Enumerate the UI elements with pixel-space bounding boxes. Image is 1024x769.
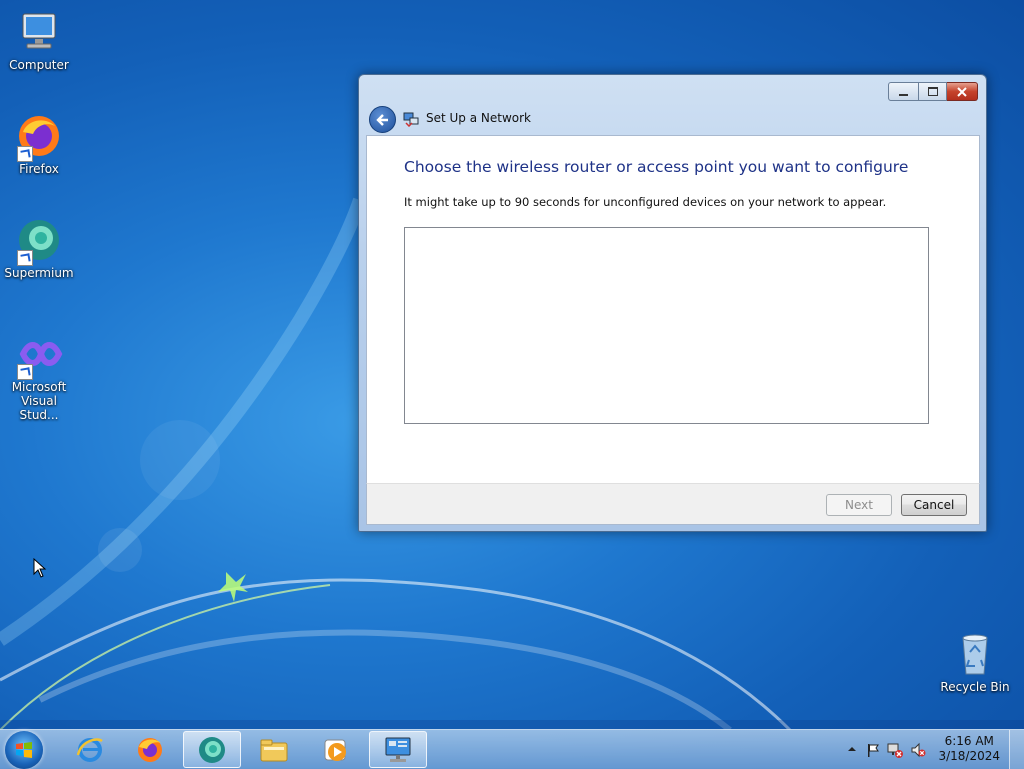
- maximize-icon: [927, 87, 938, 96]
- taskbar-network-setup[interactable]: [369, 731, 427, 768]
- desktop-icon-label: Computer: [9, 58, 69, 72]
- clock-time: 6:16 AM: [944, 734, 994, 748]
- cancel-button[interactable]: Cancel: [901, 494, 967, 516]
- media-player-icon: [324, 739, 346, 761]
- next-button[interactable]: Next: [826, 494, 892, 516]
- device-list[interactable]: [404, 227, 929, 424]
- back-button[interactable]: [369, 106, 396, 133]
- desktop-icon-label: Supermium: [4, 266, 74, 280]
- page-description: It might take up to 90 seconds for uncon…: [404, 195, 887, 209]
- set-up-network-window: Set Up a Network Choose the wireless rou…: [358, 74, 987, 532]
- navigation-bar: Set Up a Network: [367, 103, 978, 135]
- maximize-button[interactable]: [919, 82, 947, 101]
- taskbar-firefox[interactable]: [121, 731, 179, 768]
- taskbar-media-player[interactable]: [307, 731, 365, 768]
- volume-muted-icon[interactable]: [910, 742, 926, 758]
- supermium-icon: [199, 736, 225, 763]
- shortcut-arrow-icon: [17, 364, 33, 380]
- shortcut-arrow-icon: [17, 146, 33, 162]
- desktop-icon-supermium[interactable]: Supermium: [1, 216, 77, 280]
- taskbar-supermium[interactable]: [183, 731, 241, 768]
- window-title: Set Up a Network: [426, 111, 532, 125]
- network-setup-icon: [403, 112, 419, 127]
- action-center-flag-icon[interactable]: [865, 742, 881, 758]
- firefox-icon: [138, 737, 162, 762]
- taskbar: 6:16 AM 3/18/2024: [0, 729, 1024, 769]
- show-desktop-button[interactable]: [1009, 730, 1024, 769]
- show-hidden-icons-icon[interactable]: [846, 743, 858, 755]
- internet-explorer-icon: [76, 737, 103, 762]
- taskbar-internet-explorer[interactable]: [61, 731, 119, 768]
- computer-icon: [15, 8, 63, 56]
- window-controls: [888, 82, 978, 101]
- mouse-cursor-icon: [33, 558, 47, 578]
- desktop-icon-label: Microsoft Visual Stud...: [11, 380, 67, 422]
- wizard-footer: Next Cancel: [366, 483, 980, 525]
- shortcut-arrow-icon: [17, 250, 33, 266]
- close-icon: [957, 86, 967, 97]
- system-tray: 6:16 AM 3/18/2024: [824, 730, 1024, 769]
- desktop-icon-computer[interactable]: Computer: [1, 8, 77, 72]
- minimize-button[interactable]: [888, 82, 919, 101]
- network-setup-icon: [385, 737, 411, 762]
- recycle-bin-icon: [951, 630, 999, 678]
- wizard-content: Choose the wireless router or access poi…: [366, 135, 980, 484]
- taskbar-file-explorer[interactable]: [245, 731, 303, 768]
- back-arrow-icon: [375, 113, 388, 126]
- firefox-icon: [15, 112, 63, 162]
- minimize-icon: [899, 93, 908, 96]
- desktop-icon-recycle-bin[interactable]: Recycle Bin: [937, 630, 1013, 694]
- desktop-icon-visual-studio[interactable]: Microsoft Visual Stud...: [1, 330, 77, 422]
- desktop-icon-label: Recycle Bin: [940, 680, 1010, 694]
- file-explorer-icon: [260, 739, 288, 761]
- taskbar-clock[interactable]: 6:16 AM 3/18/2024: [938, 734, 1000, 764]
- desktop-icon-firefox[interactable]: Firefox: [1, 112, 77, 176]
- start-button[interactable]: [5, 731, 43, 769]
- network-status-icon[interactable]: [887, 742, 903, 758]
- supermium-icon: [15, 216, 63, 266]
- desktop-icon-label: Firefox: [19, 162, 59, 176]
- page-heading: Choose the wireless router or access poi…: [404, 158, 909, 176]
- close-button[interactable]: [947, 82, 978, 101]
- visual-studio-icon: [15, 330, 63, 380]
- clock-date: 3/18/2024: [938, 749, 1000, 763]
- windows-logo-icon: [16, 742, 32, 758]
